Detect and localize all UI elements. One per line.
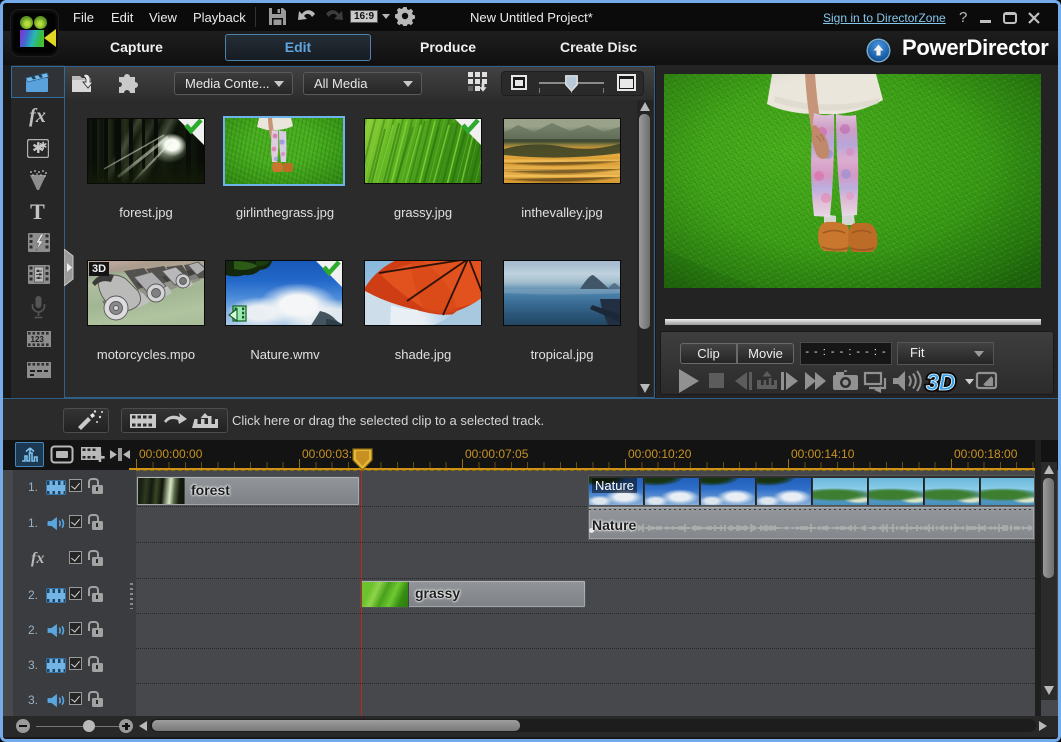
svg-text:123: 123 (31, 335, 45, 344)
svg-text:3D: 3D (926, 369, 955, 394)
svg-text:✱: ✱ (39, 141, 47, 152)
